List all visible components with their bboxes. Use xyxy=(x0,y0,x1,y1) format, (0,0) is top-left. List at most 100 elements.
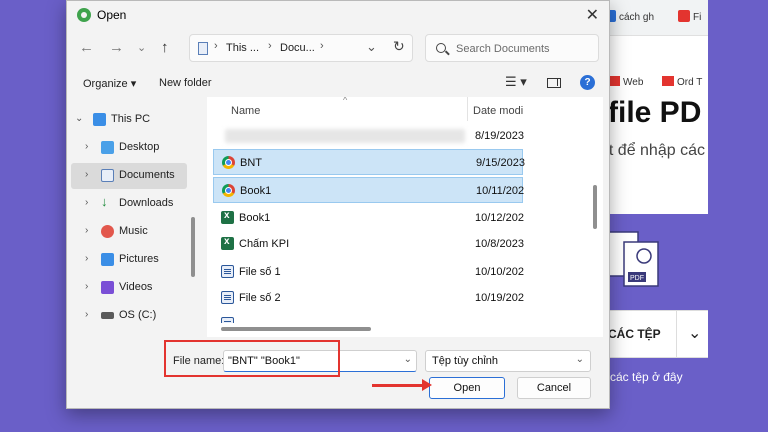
browser-tab-strip: cách gh Fi xyxy=(600,0,708,36)
file-type-select[interactable]: Tệp tùy chỉnh ⌄ xyxy=(425,350,591,372)
file-name: Chấm KPI xyxy=(239,238,290,250)
nav-item-music[interactable]: › Music xyxy=(71,219,187,245)
bookmark-icon xyxy=(678,10,690,22)
preview-pane-icon[interactable] xyxy=(547,78,561,88)
computer-icon xyxy=(93,113,106,126)
file-row[interactable]: File số 2 10/19/202 xyxy=(213,285,524,311)
arrow-left-icon[interactable]: ← xyxy=(79,39,94,56)
page-subheading: ất để nhập các xyxy=(600,142,705,159)
chevron-down-icon[interactable]: ⌄ xyxy=(688,323,701,343)
chevron-right-icon[interactable]: › xyxy=(85,225,88,236)
nav-item-pictures[interactable]: › Pictures xyxy=(71,247,187,273)
download-icon: ↓ xyxy=(101,194,108,209)
file-row-partial[interactable] xyxy=(213,311,523,323)
chevron-down-icon[interactable]: ⌄ xyxy=(366,39,377,55)
column-header-date[interactable]: Date modi xyxy=(473,105,523,117)
file-date: 10/8/2023 xyxy=(475,238,524,250)
arrow-up-icon[interactable]: ↑ xyxy=(161,39,169,56)
nav-item-documents[interactable]: › Documents xyxy=(71,163,187,189)
navigation-pane: ⌄ This PC › Desktop › Documents › ↓ Down… xyxy=(67,97,199,341)
breadcrumb-segment[interactable]: This ... xyxy=(226,42,259,54)
file-date: 10/11/202 xyxy=(476,185,525,197)
organize-button[interactable]: Organize ▾ xyxy=(83,77,136,90)
breadcrumb-segment[interactable]: Docu... xyxy=(280,42,315,54)
bookmark-label: Web xyxy=(623,77,644,88)
view-options-icon[interactable]: ☰ ▾ xyxy=(505,74,527,90)
navigation-scrollbar[interactable] xyxy=(191,217,195,277)
chevron-down-icon[interactable]: ⌄ xyxy=(137,41,146,54)
close-icon[interactable]: ✕ xyxy=(586,5,599,25)
cancel-button[interactable]: Cancel xyxy=(517,377,591,399)
chevron-right-icon[interactable]: › xyxy=(85,169,88,180)
horizontal-scrollbar[interactable] xyxy=(221,327,371,331)
chevron-down-icon: ⌄ xyxy=(575,354,584,365)
dialog-title: Open xyxy=(97,8,127,22)
file-date: 8/19/2023 xyxy=(475,130,524,142)
svg-text:PDF: PDF xyxy=(630,275,644,282)
new-folder-button[interactable]: New folder xyxy=(159,77,212,89)
videos-icon xyxy=(101,281,114,294)
search-icon xyxy=(436,43,446,53)
divider xyxy=(676,311,677,357)
file-row[interactable]: Book1 10/11/202 xyxy=(213,177,525,203)
file-name: Book1 xyxy=(239,212,271,224)
browser-tab[interactable]: cách gh xyxy=(604,10,654,23)
bookmark-item[interactable]: Web xyxy=(608,76,643,88)
file-date: 10/19/202 xyxy=(475,292,524,304)
chevron-right-icon[interactable]: › xyxy=(85,281,88,292)
chevron-right-icon[interactable]: › xyxy=(85,197,88,208)
background-browser-page: cách gh Fi Web Ord T file PD ất để nhập … xyxy=(600,0,708,432)
documents-icon xyxy=(198,42,208,55)
file-row[interactable]: File số 1 10/10/202 xyxy=(213,259,524,285)
bookmark-icon xyxy=(662,76,674,86)
nav-item-downloads[interactable]: › ↓ Downloads xyxy=(71,191,187,217)
chrome-icon xyxy=(222,156,235,169)
chevron-right-icon[interactable]: › xyxy=(85,309,88,320)
highlight-box xyxy=(164,340,340,377)
chevron-right-icon: › xyxy=(214,40,218,52)
file-row[interactable]: Book1 10/12/202 xyxy=(213,205,524,231)
file-row[interactable]: Chấm KPI 10/8/2023 xyxy=(213,231,524,257)
file-name: File số 2 xyxy=(239,292,281,304)
drop-zone-text: a các tệp ở đây xyxy=(600,370,683,384)
chevron-down-icon[interactable]: ⌄ xyxy=(75,113,83,124)
help-icon[interactable]: ? xyxy=(580,75,595,90)
nav-item-this-pc[interactable]: ⌄ This PC xyxy=(71,107,187,133)
chevron-right-icon[interactable]: › xyxy=(85,141,88,152)
chevron-down-icon[interactable]: ⌄ xyxy=(404,354,412,365)
vertical-scrollbar[interactable] xyxy=(593,185,597,229)
arrow-right-icon[interactable]: → xyxy=(109,39,124,56)
chevron-right-icon: › xyxy=(268,40,272,52)
browser-tab[interactable]: Fi xyxy=(678,10,701,23)
file-row[interactable]: 8/19/2023 xyxy=(213,123,524,149)
file-date: 10/10/202 xyxy=(475,266,524,278)
nav-item-desktop[interactable]: › Desktop xyxy=(71,135,187,161)
navigation-bar: ← → ⌄ ↑ › This ... › Docu... › ⌄ ↻ Searc… xyxy=(67,31,609,65)
command-bar: Organize ▾ New folder ☰ ▾ ? xyxy=(67,67,609,97)
column-header-name[interactable]: Name xyxy=(231,105,260,117)
bookmark-item[interactable]: Ord T xyxy=(662,76,702,88)
file-name: Book1 xyxy=(240,185,272,197)
address-bar[interactable]: › This ... › Docu... › ⌄ xyxy=(189,34,413,62)
documents-icon xyxy=(101,169,114,182)
search-input[interactable]: Search Documents xyxy=(425,34,599,62)
nav-item-label: Downloads xyxy=(119,197,174,209)
file-row[interactable]: BNT 9/15/2023 xyxy=(213,149,525,175)
drop-zone[interactable]: a các tệp ở đây xyxy=(600,358,708,432)
file-name: BNT xyxy=(240,157,262,169)
file-select-bar[interactable]: CÁC TỆP ⌄ xyxy=(600,310,708,358)
nav-item-os-drive[interactable]: › OS (C:) xyxy=(71,303,187,329)
nav-item-label: Pictures xyxy=(119,253,159,265)
arrow-head-icon xyxy=(422,379,432,391)
excel-icon xyxy=(221,236,234,250)
word-icon xyxy=(221,317,234,323)
search-placeholder: Search Documents xyxy=(456,43,550,55)
column-divider[interactable] xyxy=(467,97,468,121)
nav-item-videos[interactable]: › Videos xyxy=(71,275,187,301)
chevron-right-icon[interactable]: › xyxy=(85,253,88,264)
open-button[interactable]: Open xyxy=(429,377,505,399)
nav-item-label: Music xyxy=(119,225,148,237)
nav-item-label: Videos xyxy=(119,281,153,293)
nav-item-label: Documents xyxy=(119,169,175,181)
refresh-icon[interactable]: ↻ xyxy=(393,38,405,55)
